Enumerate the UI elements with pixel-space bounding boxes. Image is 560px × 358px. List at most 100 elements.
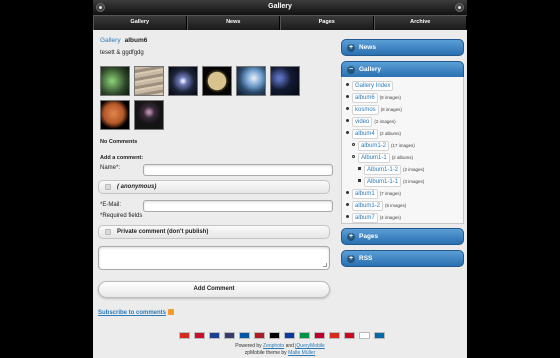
tree-item: album6 (8 images) [346,93,401,103]
search-icon[interactable] [455,3,464,12]
theme-prefix: zpMobile theme by [244,350,287,356]
bullet-icon [352,155,355,158]
tab-news[interactable]: News [186,16,280,30]
anonymous-checkbox-row[interactable]: ( anonymous) [98,180,330,194]
tree-item-link[interactable]: kosmos [352,105,379,115]
tree-item-count: (2 images) [374,119,396,124]
tree-item-count: (2 images) [403,167,425,172]
required-note: *Required fields [100,213,143,219]
thumbnail-earth[interactable] [236,66,266,96]
sidebar-news-header[interactable]: + News [341,39,464,56]
sidebar-news-label: News [359,44,376,51]
sidebar-gallery-header[interactable]: − Gallery [341,61,464,78]
bullet-icon [346,131,349,134]
tree-item-link[interactable]: album7 [352,213,378,223]
tab-gallery[interactable]: Gallery [93,16,187,30]
tree-item-link[interactable]: Gallery Index [352,81,394,91]
theme-credit: zpMobile theme by Malte Müller [93,350,467,356]
tree-item-count: (7 images) [379,191,401,196]
plus-icon: + [347,255,355,263]
tree-item: Gallery Index [346,81,394,91]
anonymous-checkbox[interactable] [105,184,111,190]
language-flag-icon[interactable] [314,332,325,339]
comment-textarea[interactable] [98,246,330,270]
thumbnail-nebula-green[interactable] [100,66,130,96]
nav-bar: Gallery News Pages Archive [93,15,467,30]
tree-item: kosmos (8 images) [346,105,402,115]
footer: Powered by Zenphoto and jQueryMobile zpM… [93,328,467,358]
resize-handle-icon[interactable] [323,263,327,267]
add-comment-heading: Add a comment: [100,155,144,161]
language-flag-icon[interactable] [269,332,280,339]
anonymous-label: ( anonymous) [117,184,157,190]
header-bar: Gallery [93,0,467,15]
name-input[interactable] [143,164,333,176]
page-title: Gallery [268,3,292,10]
no-comments-label: No Comments [100,139,138,145]
language-flag-icon[interactable] [359,332,370,339]
powered-by: Powered by Zenphoto and jQueryMobile [93,343,467,349]
tree-item-link[interactable]: Album1-1 [358,153,390,163]
bullet-icon [346,191,349,194]
author-link[interactable]: Malte Müller [288,350,315,356]
tree-item: album1 (7 images) [346,189,401,199]
rss-icon [168,309,175,315]
language-flag-icon[interactable] [254,332,265,339]
jquerymobile-link[interactable]: jQueryMobile [295,343,324,349]
sidebar-pages-label: Pages [359,233,379,240]
thumbnail-spiral-galaxy[interactable] [168,66,198,96]
language-flag-icon[interactable] [299,332,310,339]
language-flag-icon[interactable] [284,332,295,339]
thumbnail-mars[interactable] [100,100,130,130]
language-flag-icon[interactable] [374,332,385,339]
private-checkbox-row[interactable]: Private comment (don't publish) [98,225,330,239]
tree-item-link[interactable]: video [352,117,373,127]
tree-item: album1-2 (5 images) [346,201,406,211]
language-flag-icon[interactable] [224,332,235,339]
tree-item-count: (2 albums) [391,155,413,160]
language-flag-icon[interactable] [329,332,340,339]
tree-item-link[interactable]: album1-2 [358,141,390,151]
and-text: and [285,343,294,349]
tree-item-link[interactable]: album1-2 [352,201,384,211]
tree-item-count: (5 images) [385,203,407,208]
language-flag-icon[interactable] [209,332,220,339]
tree-item-link[interactable]: album1 [352,189,378,199]
tree-item-count: (8 images) [380,107,402,112]
sidebar-pages-header[interactable]: + Pages [341,228,464,245]
thumbnail-jupiter[interactable] [134,66,164,96]
album-description: tesett & ggdfgdg [100,50,144,56]
tree-item: album1-2 (17 images) [352,141,415,151]
thumbnail-starfield[interactable] [270,66,300,96]
email-input[interactable] [143,200,333,212]
tab-pages[interactable]: Pages [280,16,374,30]
bullet-icon [346,203,349,206]
tab-archive[interactable]: Archive [373,16,467,30]
sidebar-rss-header[interactable]: + RSS [341,250,464,267]
tree-item-link[interactable]: Album1-1-2 [364,165,402,175]
breadcrumb-gallery-link[interactable]: Gallery [100,37,121,44]
thumbnail-star-cluster[interactable] [134,100,164,130]
language-flag-icon[interactable] [194,332,205,339]
subscribe-label: Subscribe to comments [98,310,167,316]
private-checkbox[interactable] [105,229,111,235]
tree-item-count: (3 images) [403,179,425,184]
tree-item-link[interactable]: album6 [352,93,378,103]
tree-item-link[interactable]: Album1-1-1 [364,177,402,187]
tree-item: album4 (2 albums) [346,129,401,139]
bullet-icon [352,143,355,146]
tree-item-link[interactable]: album4 [352,129,378,139]
language-flag-icon[interactable] [179,332,190,339]
bullet-icon [346,95,349,98]
zenphoto-link[interactable]: Zenphoto [263,343,284,349]
tree-item-count: (8 images) [379,95,401,100]
subscribe-comments-link[interactable]: Subscribe to comments [98,309,175,316]
bullet-icon [358,167,361,170]
sidebar-gallery-label: Gallery [359,66,382,73]
add-comment-button[interactable]: Add Comment [98,281,330,298]
thumbnail-moon[interactable] [202,66,232,96]
language-flag-icon[interactable] [239,332,250,339]
language-flag-icon[interactable] [344,332,355,339]
bullet-icon [346,119,349,122]
breadcrumb: Gallery album6 [100,37,147,44]
